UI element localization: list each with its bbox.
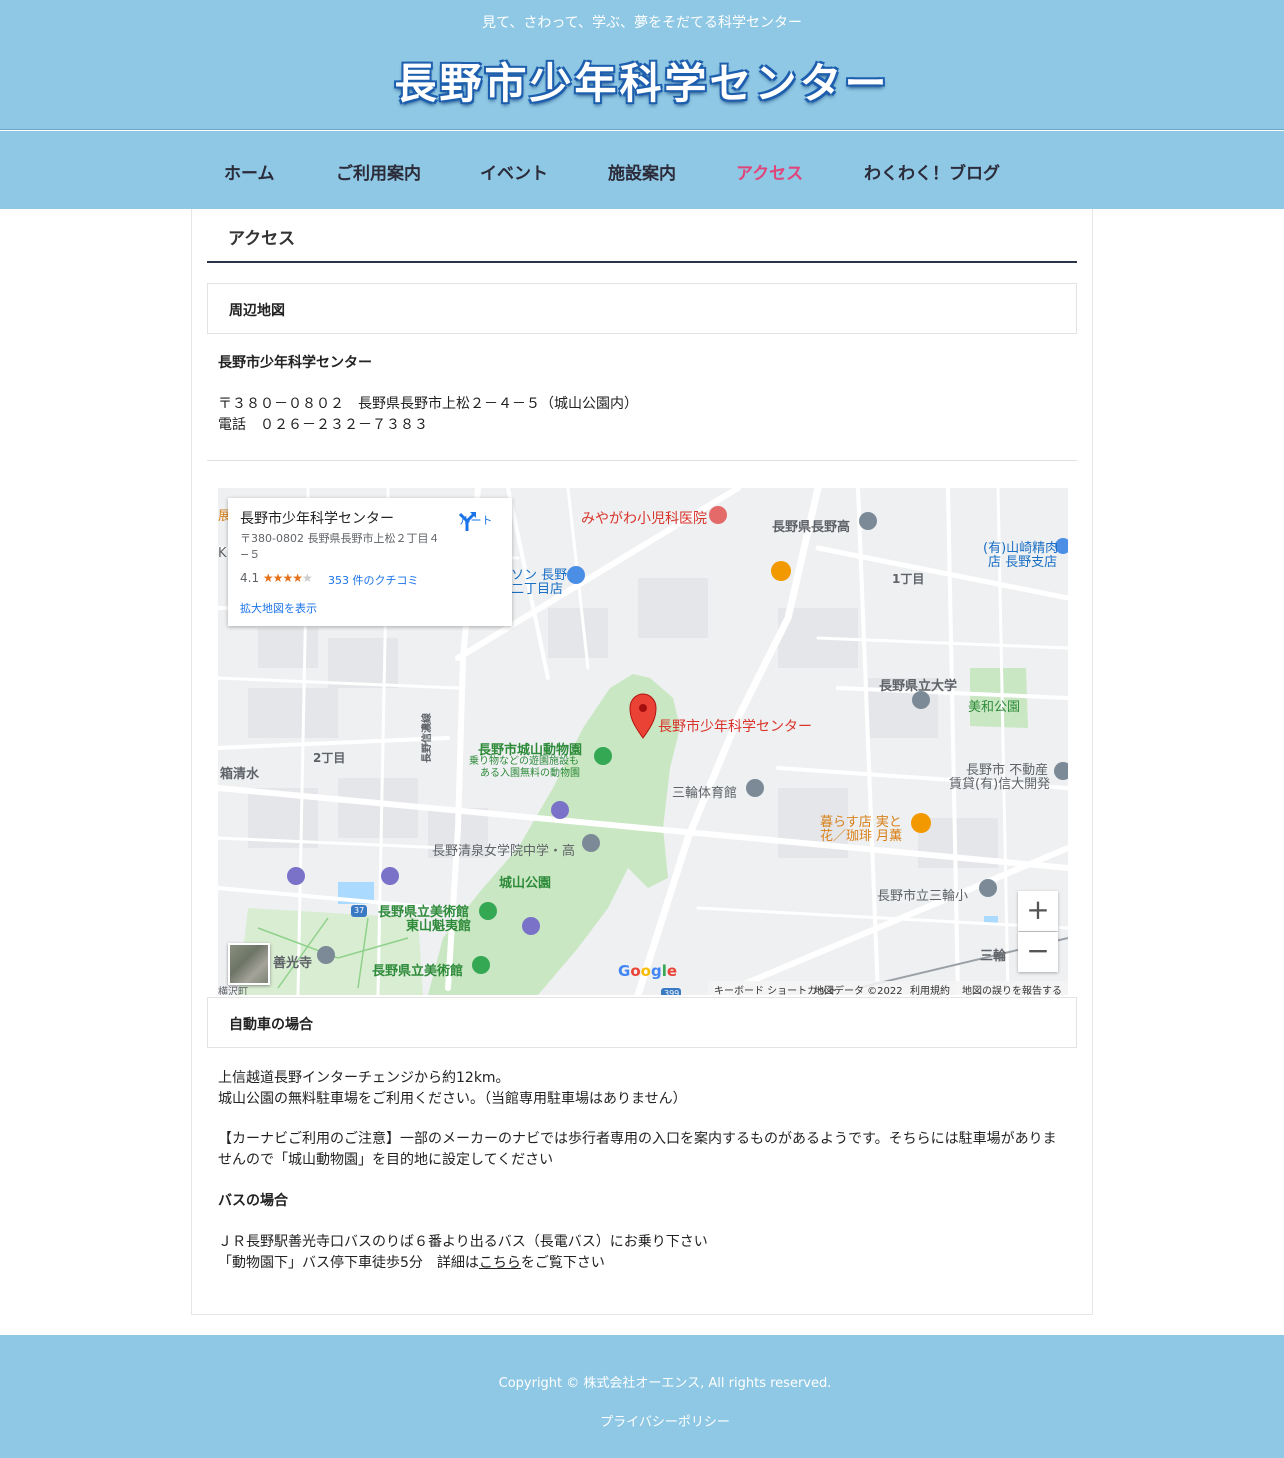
map-label-hakoshimizu: 箱清水 xyxy=(220,767,260,782)
map-info-card: 長野市少年科学センター 〒380-0802 長野県長野市上松２丁目４−５ 4.1… xyxy=(228,498,512,626)
google-letter: e xyxy=(666,962,678,980)
main-nav: ホーム ご利用案内 イベント 施設案内 アクセス わくわく！ブログ xyxy=(0,131,1284,209)
zoom-out-button[interactable]: − xyxy=(1018,932,1058,972)
car-line-1: 上信越道長野インターチェンジから約12km。 xyxy=(218,1070,510,1086)
map-label-shop-2[interactable]: 二丁目店 xyxy=(511,578,563,597)
rating-value: 4.1 xyxy=(240,571,260,585)
car-navi-note-2: せんので「城山動物園」を目的地に設定してください xyxy=(218,1152,554,1168)
copyright-text: Copyright © 株式会社オーエンス, All rights reserv… xyxy=(498,1376,832,1391)
info-card-address: 〒380-0802 長野県長野市上松２丁目４−５ xyxy=(240,532,440,561)
rating-star-off: ★ xyxy=(301,571,313,585)
site-footer: Copyright © 株式会社オーエンス, All rights reserv… xyxy=(0,1335,1284,1458)
map-label-museum-2[interactable]: 東山魁夷館 xyxy=(406,915,471,934)
report-error-link[interactable]: 地図の誤りを報告する xyxy=(962,982,1062,995)
map-label-miwa-park[interactable]: 美和公園 xyxy=(968,696,1020,715)
google-logo: Google xyxy=(618,962,677,980)
facility-phone: 電話 ０２６－２３２－７３８３ xyxy=(218,417,428,433)
nav-item-events[interactable]: イベント xyxy=(480,159,548,184)
map-label-zenkoji[interactable]: 善光寺 xyxy=(273,952,312,971)
map-data-credit: 地図データ ©2022 xyxy=(814,986,903,995)
google-letter: o xyxy=(630,962,641,980)
satellite-toggle[interactable] xyxy=(228,943,270,985)
map-label-pin[interactable]: 長野市少年科学センター xyxy=(658,716,812,736)
map-label-seisen[interactable]: 長野清泉女学院中学・高 xyxy=(432,840,575,859)
facility-name: 長野市少年科学センター xyxy=(218,355,372,371)
car-navi-note: 【カーナビご利用のご注意】一部のメーカーのナビでは歩行者専用の入口を案内するもの… xyxy=(218,1131,1057,1147)
site-logo-title[interactable]: 長野市少年科学センター xyxy=(0,50,1284,111)
title-divider xyxy=(207,261,1077,263)
map-label-joyama-park[interactable]: 城山公園 xyxy=(499,872,551,891)
google-map[interactable]: 長野市少年科学センター みやがわ小児科医院 長野県長野高 1丁目 (有)山崎精肉… xyxy=(218,488,1068,995)
rating-stars-on: ★★★★ xyxy=(262,571,303,585)
zoom-in-button[interactable]: + xyxy=(1018,891,1058,931)
terms-link[interactable]: 利用規約 xyxy=(910,982,950,995)
main-content: アクセス 周辺地図 長野市少年科学センター 〒３８０－０８０２ 長野県長野市上松… xyxy=(191,209,1093,1315)
map-label-route-37: 37 xyxy=(354,906,365,915)
nav-item-facilities[interactable]: 施設案内 xyxy=(608,159,676,184)
google-letter: G xyxy=(618,962,631,980)
info-card-name: 長野市少年科学センター xyxy=(240,511,394,527)
map-label-edge-k: K xyxy=(218,546,227,561)
map-label-miwa-elem[interactable]: 長野市立三輪小 xyxy=(877,885,968,904)
site-tagline: 見て、さわって、学ぶ、夢をそだてる科学センター xyxy=(482,15,802,31)
section-divider xyxy=(207,460,1077,461)
google-letter: o xyxy=(640,962,651,980)
bus-line-2-suffix: をご覧下さい xyxy=(520,1255,605,1271)
google-letter: g xyxy=(650,962,662,980)
section-heading-car: 自動車の場合 xyxy=(207,997,1077,1048)
bus-heading: バスの場合 xyxy=(218,1193,288,1209)
map-label-museum-b[interactable]: 長野県立美術館 xyxy=(372,960,463,979)
map-label-cafe-2[interactable]: 花／珈琲 月薫 xyxy=(820,825,902,844)
info-card-rating: 4.1 ★★★★★ xyxy=(240,571,313,585)
map-label-nagano-high[interactable]: 長野県長野高 xyxy=(772,516,850,535)
nav-item-usage-guide[interactable]: ご利用案内 xyxy=(336,159,421,184)
info-card-reviews-link[interactable]: 353 件のクチコミ xyxy=(328,572,419,588)
map-label-chome2: 2丁目 xyxy=(313,751,346,765)
bus-line-2-prefix: 「動物園下」バス停下車徒歩5分 詳細は xyxy=(218,1255,479,1271)
map-label-chome1: 1丁目 xyxy=(892,572,925,586)
map-label-univ[interactable]: 長野県立大学 xyxy=(879,675,957,694)
map-label-clinic[interactable]: みやがわ小児科医院 xyxy=(581,508,707,528)
map-label-route-399: 399 xyxy=(664,989,680,995)
nav-item-home[interactable]: ホーム xyxy=(224,159,275,184)
map-label-miwa: 三輪 xyxy=(980,949,1007,964)
bus-details-link[interactable]: こちら xyxy=(479,1255,521,1271)
section-heading-car-text: 自動車の場合 xyxy=(229,1017,313,1033)
info-card-enlarge-link[interactable]: 拡大地図を表示 xyxy=(240,600,317,616)
info-card-route-button[interactable]: ルート xyxy=(456,510,496,531)
site-header: 見て、さわって、学ぶ、夢をそだてる科学センター 長野市少年科学センター xyxy=(0,0,1284,130)
bus-line-1: ＪＲ長野駅善光寺口バスのりば６番より出るバス（長電バス）にお乗り下さい xyxy=(218,1234,708,1250)
map-attribution: キーボード ショートカット 地図データ ©2022 利用規約 地図の誤りを報告す… xyxy=(708,981,1068,995)
map-label-realestate-2[interactable]: 賃貸(有)信大開発 xyxy=(949,773,1050,792)
privacy-policy-link[interactable]: プライバシーポリシー xyxy=(0,1411,1284,1430)
nav-item-access[interactable]: アクセス xyxy=(736,159,803,184)
map-label-yamazaki-2[interactable]: 店 長野支店 xyxy=(988,551,1057,570)
route-icon xyxy=(458,512,476,531)
bus-line-2: 「動物園下」バス停下車徒歩5分 詳細はこちらをご覧下さい xyxy=(218,1253,605,1274)
map-label-shinano-road: 長野信濃線 xyxy=(422,713,433,763)
facility-address: 〒３８０－０８０２ 長野県長野市上松２－４－５（城山公園内） xyxy=(218,396,638,412)
section-heading-map-text: 周辺地図 xyxy=(229,303,285,319)
section-heading-map: 周辺地図 xyxy=(207,283,1077,334)
rating-stars-icon: ★★★★★ xyxy=(262,571,313,585)
map-label-zoo-sub-2: ある入園無料の動物園 xyxy=(480,768,580,779)
map-label-gym[interactable]: 三輪体育館 xyxy=(672,782,737,801)
page-title: アクセス xyxy=(228,229,296,249)
nav-item-blog[interactable]: わくわく！ブログ xyxy=(864,159,1000,184)
car-line-2: 城山公園の無料駐車場をご利用ください。（当館専用駐車場はありません） xyxy=(218,1091,687,1107)
